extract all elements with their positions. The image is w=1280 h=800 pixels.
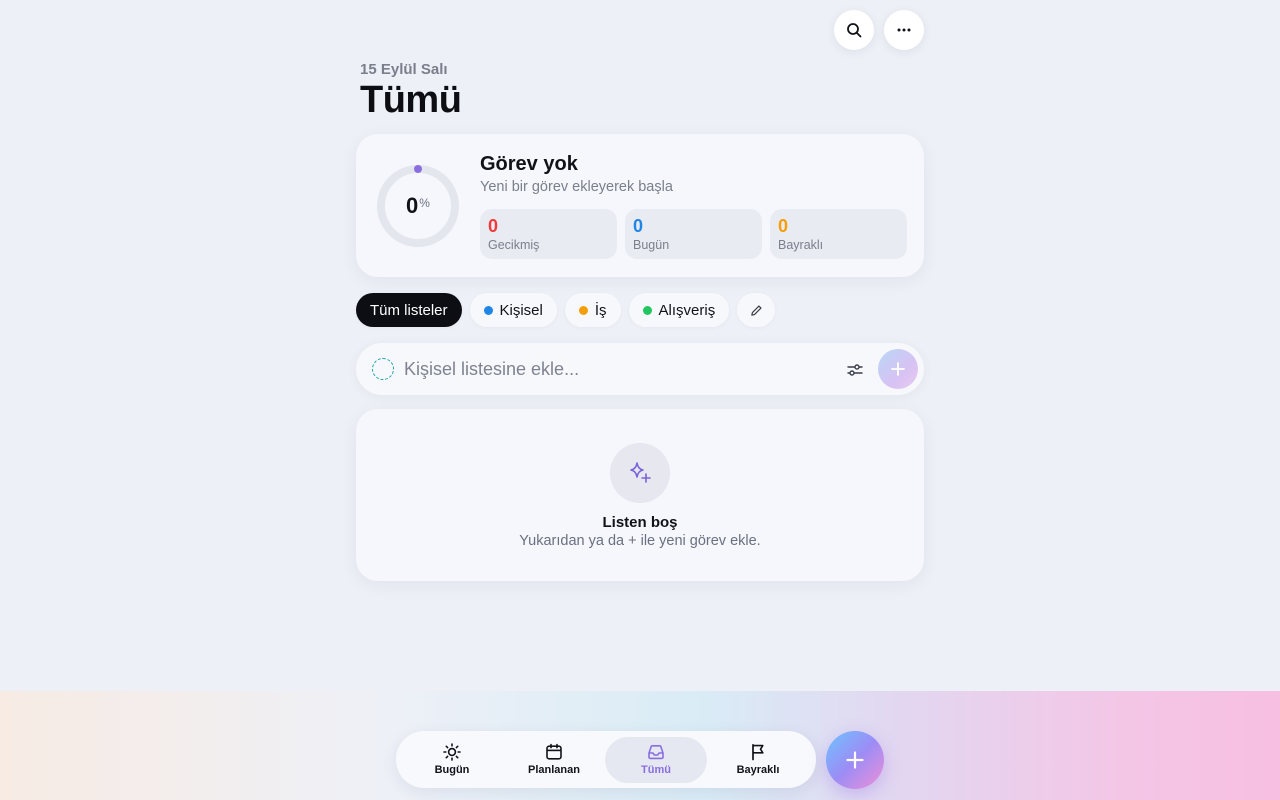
new-task-fab[interactable] [826,731,884,789]
list-color-dot [642,305,652,315]
stat-today[interactable]: 0 Bugün [625,209,762,259]
nav-label: Planlanan [528,764,580,776]
chip-list-personal[interactable]: Kişisel [469,293,557,327]
plus-icon [846,751,864,769]
task-checkbox-placeholder [372,358,394,380]
edit-lists-button[interactable] [737,293,776,327]
nav-item-planned[interactable]: Planlanan [503,737,605,783]
search-icon [847,23,862,38]
plus-icon [891,362,905,376]
app-root: 15 Eylül Salı Tümü 0 % Görev yok Yeni bi… [0,0,1280,800]
summary-card: 0 % Görev yok Yeni bir görev ekleyerek b… [356,134,924,277]
inbox-icon [648,745,664,760]
nav-item-today[interactable]: Bugün [401,737,503,783]
nav-label: Tümü [641,764,671,776]
sun-icon [443,743,461,761]
stat-value: 0 [488,216,499,236]
stat-label: Bayraklı [778,238,824,252]
nav-item-all[interactable]: Tümü [605,736,707,783]
nav-item-flagged[interactable]: Bayraklı [707,737,809,783]
stat-flagged[interactable]: 0 Bayraklı [770,209,907,259]
chip-all-lists[interactable]: Tüm listeler [356,293,462,327]
stats-row: 0 Gecikmiş 0 Bugün 0 Bayraklı [480,209,907,259]
task-options-button[interactable] [844,359,866,381]
page-title: Tümü [360,79,462,121]
summary-subtitle: Yeni bir görev ekleyerek başla [480,179,673,195]
stat-value: 0 [778,216,789,236]
empty-state-badge [610,443,670,503]
more-icon [897,28,911,32]
progress-unit: % [419,196,430,210]
more-button[interactable] [884,10,924,50]
nav-label: Bugün [434,764,470,776]
stat-overdue[interactable]: 0 Gecikmiş [480,209,617,259]
bottom-nav: Bugün Planlanan Tümü Bayraklı [396,731,816,788]
stat-label: Gecikmiş [488,238,540,252]
date-label: 15 Eylül Salı [360,61,448,78]
flag-icon [752,743,764,761]
list-filter-chips: Tüm listeler Kişisel İş Alışveriş [356,293,776,327]
chip-label: Alışveriş [658,301,716,319]
top-actions [834,10,924,50]
search-button[interactable] [834,10,874,50]
chip-label: Tüm listeler [370,301,448,319]
list-color-dot [578,305,588,315]
nav-label: Bayraklı [736,764,780,776]
progress-value: 0 [406,193,419,218]
empty-state-title: Listen boş [602,514,678,531]
progress-readout: 0 % [376,164,460,248]
summary-title: Görev yok [480,153,578,175]
chip-list-shopping[interactable]: Alışveriş [628,293,730,327]
stat-value: 0 [633,216,644,236]
stat-label: Bugün [633,238,670,252]
sparkles-icon [630,462,651,483]
sliders-icon [847,364,863,376]
add-task-bar [356,343,924,395]
calendar-icon [546,743,562,760]
chip-list-work[interactable]: İş [564,293,621,327]
chip-label: İş [594,301,607,319]
list-color-dot [483,305,493,315]
chip-label: Kişisel [499,301,543,319]
empty-state-card: Listen boş Yukarıdan ya da + ile yeni gö… [356,409,924,581]
pencil-icon [750,304,762,316]
empty-state-subtitle: Yukarıdan ya da + ile yeni görev ekle. [519,533,761,549]
add-task-input[interactable] [404,355,824,383]
add-task-submit-button[interactable] [878,349,918,389]
